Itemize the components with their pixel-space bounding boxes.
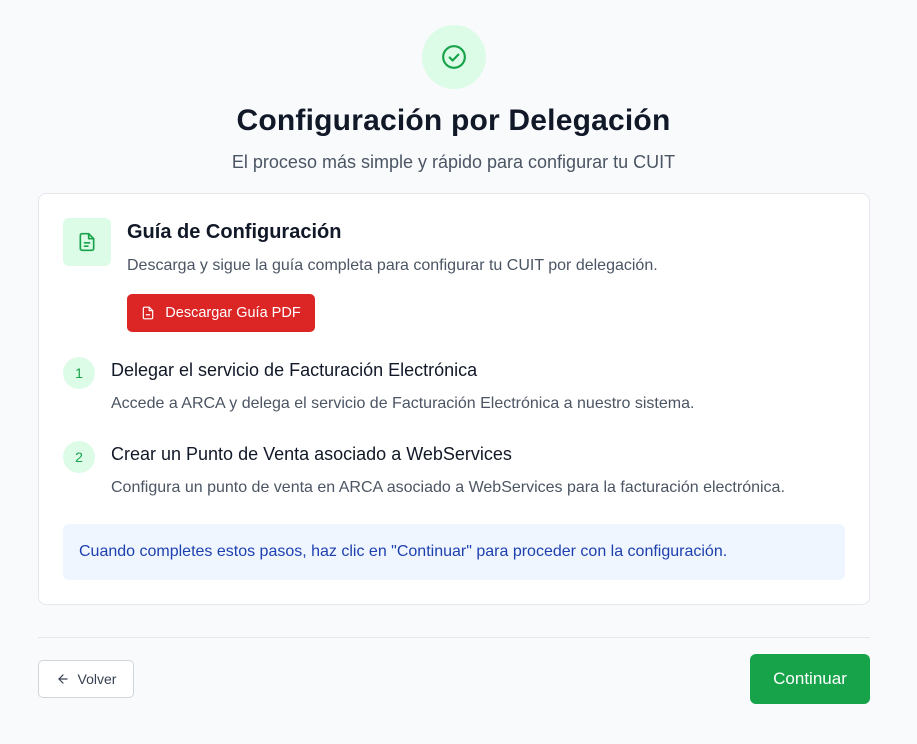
step-number: 1 bbox=[63, 357, 95, 389]
back-button[interactable]: Volver bbox=[38, 660, 134, 698]
check-circle-icon bbox=[422, 25, 486, 89]
step-description: Configura un punto de venta en ARCA asoc… bbox=[111, 479, 785, 496]
document-icon bbox=[63, 218, 111, 266]
arrow-left-icon bbox=[56, 672, 70, 686]
pdf-file-icon bbox=[141, 305, 155, 321]
configuration-page: Configuración por Delegación El proceso … bbox=[0, 0, 917, 744]
page-title: Configuración por Delegación bbox=[236, 104, 671, 137]
guide-title: Guía de Configuración bbox=[127, 221, 342, 243]
continue-button[interactable]: Continuar bbox=[750, 654, 870, 704]
page-subtitle: El proceso más simple y rápido para conf… bbox=[231, 152, 676, 172]
configuration-card: Guía de Configuración Descarga y sigue l… bbox=[38, 193, 870, 605]
back-button-label: Volver bbox=[77, 671, 117, 687]
step-description: Accede a ARCA y delega el servicio de Fa… bbox=[111, 395, 695, 412]
guide-description: Descarga y sigue la guía completa para c… bbox=[127, 257, 658, 274]
download-pdf-label: Descargar Guía PDF bbox=[165, 305, 301, 321]
footer-divider bbox=[38, 637, 870, 638]
info-notice-text: Cuando completes estos pasos, haz clic e… bbox=[79, 543, 728, 560]
step-number: 2 bbox=[63, 441, 95, 473]
download-pdf-button[interactable]: Descargar Guía PDF bbox=[127, 294, 315, 332]
step-title: Delegar el servicio de Facturación Elect… bbox=[111, 360, 478, 380]
step-title: Crear un Punto de Venta asociado a WebSe… bbox=[111, 444, 512, 464]
info-notice: Cuando completes estos pasos, haz clic e… bbox=[63, 524, 845, 580]
